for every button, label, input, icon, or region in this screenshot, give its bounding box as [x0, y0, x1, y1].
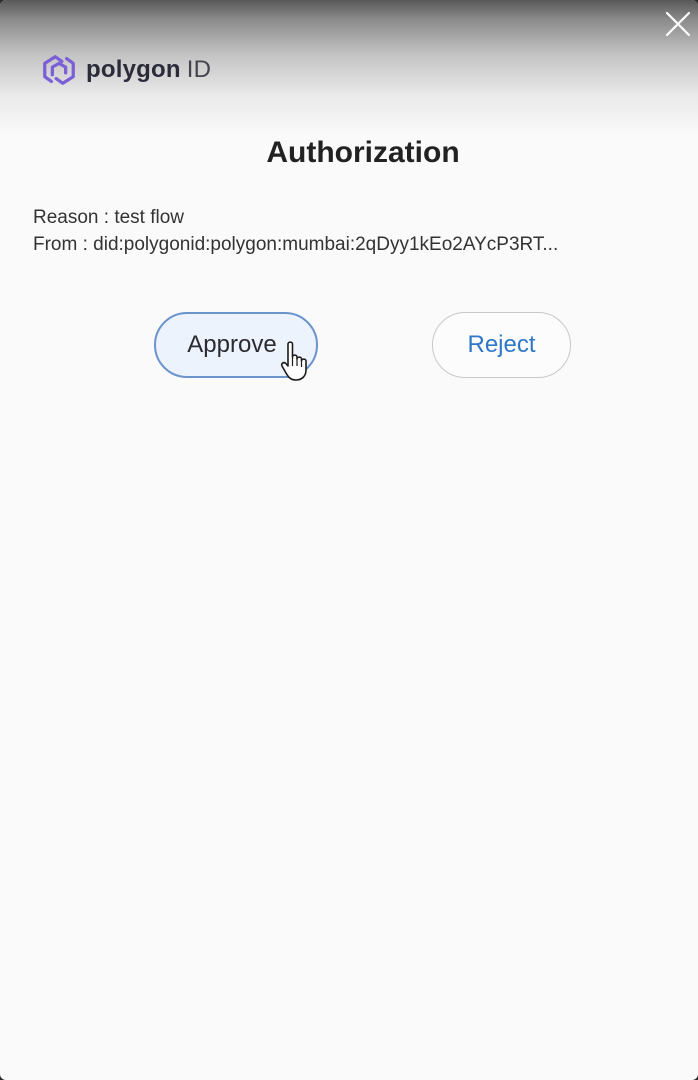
brand-suffix: ID	[186, 56, 212, 83]
brand-name: polygon	[86, 56, 181, 83]
dialog-title: Authorization	[266, 136, 460, 169]
from-text: From : did:polygonid:polygon:mumbai:2qDy…	[33, 234, 559, 255]
approve-button[interactable]: Approve	[154, 312, 318, 378]
polygon-logo-icon	[43, 55, 75, 85]
auth-modal: polygon ID Authorization Reason : test fl…	[0, 0, 698, 1080]
logo-wordmark: polygon ID	[86, 56, 211, 84]
reason-text: Reason : test flow	[33, 207, 185, 228]
request-info: Reason : test flow From : did:polygonid:…	[33, 204, 693, 258]
modal-header: polygon ID	[0, 0, 698, 140]
polygon-id-logo: polygon ID	[40, 50, 211, 90]
reject-button[interactable]: Reject	[432, 312, 571, 378]
close-icon[interactable]	[662, 8, 694, 40]
